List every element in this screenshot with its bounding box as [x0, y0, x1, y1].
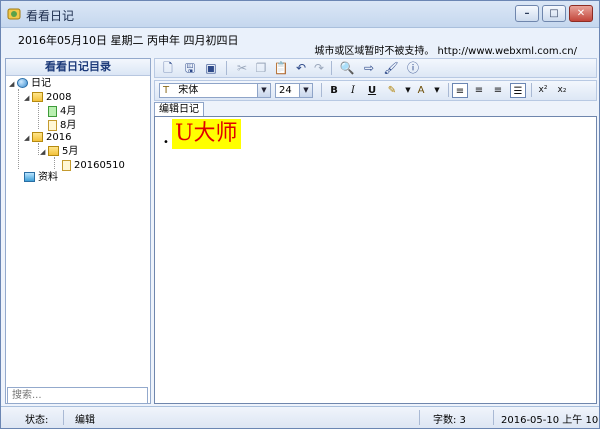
tree-item-entry[interactable]: 20160510	[62, 159, 125, 173]
status-bar: 状态: 编辑 字数: 3 2016-05-10 上午 10:	[1, 406, 600, 428]
tree-label: 4月	[60, 106, 77, 117]
date-display: 2016年05月10日 星期二 丙申年 四月初四日	[18, 34, 239, 47]
folder-icon	[48, 146, 59, 156]
align-left-icon[interactable]: ≡	[452, 83, 468, 98]
status-separator	[493, 410, 494, 425]
find-icon[interactable]: 🔍	[338, 60, 356, 76]
month-icon	[48, 105, 57, 117]
maximize-icon: □	[549, 8, 559, 19]
align-center-icon[interactable]: ≡	[471, 83, 487, 98]
maximize-button[interactable]: □	[542, 5, 566, 22]
redo-icon[interactable]: ↷	[310, 60, 328, 76]
info-icon[interactable]: ⓘ	[404, 60, 422, 76]
close-button[interactable]: ✕	[569, 5, 593, 22]
highlight-color-icon[interactable]: ✎	[384, 83, 400, 98]
diary-root-icon	[17, 78, 28, 88]
font-size-select[interactable]: 24 ▼	[275, 83, 313, 98]
export-icon[interactable]: ⇨	[360, 60, 378, 76]
tree-line	[18, 89, 19, 169]
tree-label: 日记	[31, 78, 51, 89]
status-datetime: 2016-05-10 上午 10:	[501, 415, 600, 426]
app-icon	[7, 8, 21, 20]
tree-item-april[interactable]: 4月	[48, 105, 76, 119]
format-painter-icon[interactable]: 🖌	[382, 60, 400, 76]
superscript-button[interactable]: x²	[535, 83, 551, 98]
sidebar-title: 看看日记目录	[6, 59, 150, 76]
minimize-icon: –	[524, 8, 530, 19]
tree-item-diary[interactable]: ◢ 日记	[9, 77, 51, 91]
tree-label: 2016	[46, 132, 72, 143]
material-icon	[24, 172, 35, 182]
diary-editor[interactable]: • U大师	[154, 116, 597, 404]
status-label: 状态:	[25, 415, 49, 426]
weather-support-message: 城市或区域暂时不被支持。 http://www.webxml.com.cn/	[314, 46, 577, 57]
toolbar-separator	[531, 83, 532, 97]
status-mode: 编辑	[75, 415, 95, 426]
font-color-icon[interactable]: A	[413, 83, 429, 98]
tree-item-2008[interactable]: ◢ 2008	[24, 91, 71, 105]
minimize-button[interactable]: –	[515, 5, 539, 22]
new-icon[interactable]: 🗋	[159, 60, 177, 76]
align-right-icon[interactable]: ≡	[490, 83, 506, 98]
expand-toggle-icon[interactable]: ◢	[9, 77, 17, 91]
tree-label: 2008	[46, 92, 72, 103]
tree-label: 20160510	[74, 160, 125, 171]
diary-entry-icon	[62, 159, 71, 171]
folder-icon	[32, 132, 43, 142]
font-type-icon: T	[163, 85, 170, 96]
tree-item-may[interactable]: ◢ 5月	[40, 145, 78, 159]
app-window: 看看日记 – □ ✕ 2016年05月10日 星期二 丙申年 四月初四日 城市或…	[0, 0, 600, 429]
word-count: 字数: 3	[433, 415, 466, 426]
format-toolbar: T 宋体 ▼ 24 ▼ B I U ✎ ▼ A ▼ ≡ ≡ ≡ ☰ x² x₂	[154, 80, 597, 101]
bullet-icon: •	[163, 137, 169, 148]
tree-line	[38, 103, 39, 129]
tree-item-2016[interactable]: ◢ 2016	[24, 131, 71, 145]
month-icon	[48, 119, 57, 131]
expand-toggle-icon[interactable]: ◢	[40, 145, 48, 159]
chevron-down-icon[interactable]: ▼	[299, 84, 312, 97]
bold-button[interactable]: B	[326, 83, 342, 98]
tree-label: 8月	[60, 120, 77, 131]
chevron-down-icon[interactable]: ▼	[429, 83, 445, 98]
subscript-button[interactable]: x₂	[554, 83, 570, 98]
font-name-select[interactable]: T 宋体 ▼	[159, 83, 271, 98]
expand-toggle-icon[interactable]: ◢	[24, 131, 32, 145]
expand-toggle-icon[interactable]: ◢	[24, 91, 32, 105]
bullet-list-icon[interactable]: ☰	[510, 83, 526, 98]
toolbar-separator	[321, 83, 322, 97]
underline-button[interactable]: U	[364, 83, 380, 98]
chevron-down-icon[interactable]: ▼	[257, 84, 270, 97]
editor-content[interactable]: U大师	[172, 119, 241, 149]
toolbar-separator	[226, 61, 227, 75]
cut-icon[interactable]: ✂	[233, 60, 251, 76]
font-name-value: 宋体	[178, 85, 199, 96]
tab-edit-diary[interactable]: 编辑日记	[154, 102, 204, 117]
diary-sidebar: 看看日记目录 ◢ 日记 ◢ 2008 4月 8月 ◢ 2016 ◢ 5月 2016051…	[5, 58, 151, 404]
tree-label: 5月	[62, 146, 79, 157]
main-toolbar: 🗋 🖫 ▣ ✂ ❐ 📋 ↶ ↷ 🔍 ⇨ 🖌 ⓘ	[154, 58, 597, 78]
close-icon: ✕	[576, 8, 586, 19]
status-separator	[419, 410, 420, 425]
save-all-icon[interactable]: ▣	[202, 60, 220, 76]
search-input[interactable]	[7, 387, 148, 404]
window-title: 看看日记	[26, 9, 75, 23]
font-size-value: 24	[279, 85, 292, 96]
italic-button[interactable]: I	[345, 83, 361, 98]
save-icon[interactable]: 🖫	[181, 60, 199, 76]
tree-label: 资料	[38, 172, 58, 183]
header-panel: 2016年05月10日 星期二 丙申年 四月初四日 城市或区域暂时不被支持。 h…	[1, 28, 599, 58]
folder-icon	[32, 92, 43, 102]
title-bar: 看看日记 – □ ✕	[1, 1, 599, 28]
undo-icon[interactable]: ↶	[292, 60, 310, 76]
toolbar-separator	[331, 61, 332, 75]
paste-icon[interactable]: 📋	[272, 60, 290, 76]
tree-item-material[interactable]: 资料	[24, 171, 58, 185]
copy-icon[interactable]: ❐	[252, 60, 270, 76]
status-separator	[63, 410, 64, 425]
toolbar-separator	[448, 83, 449, 97]
